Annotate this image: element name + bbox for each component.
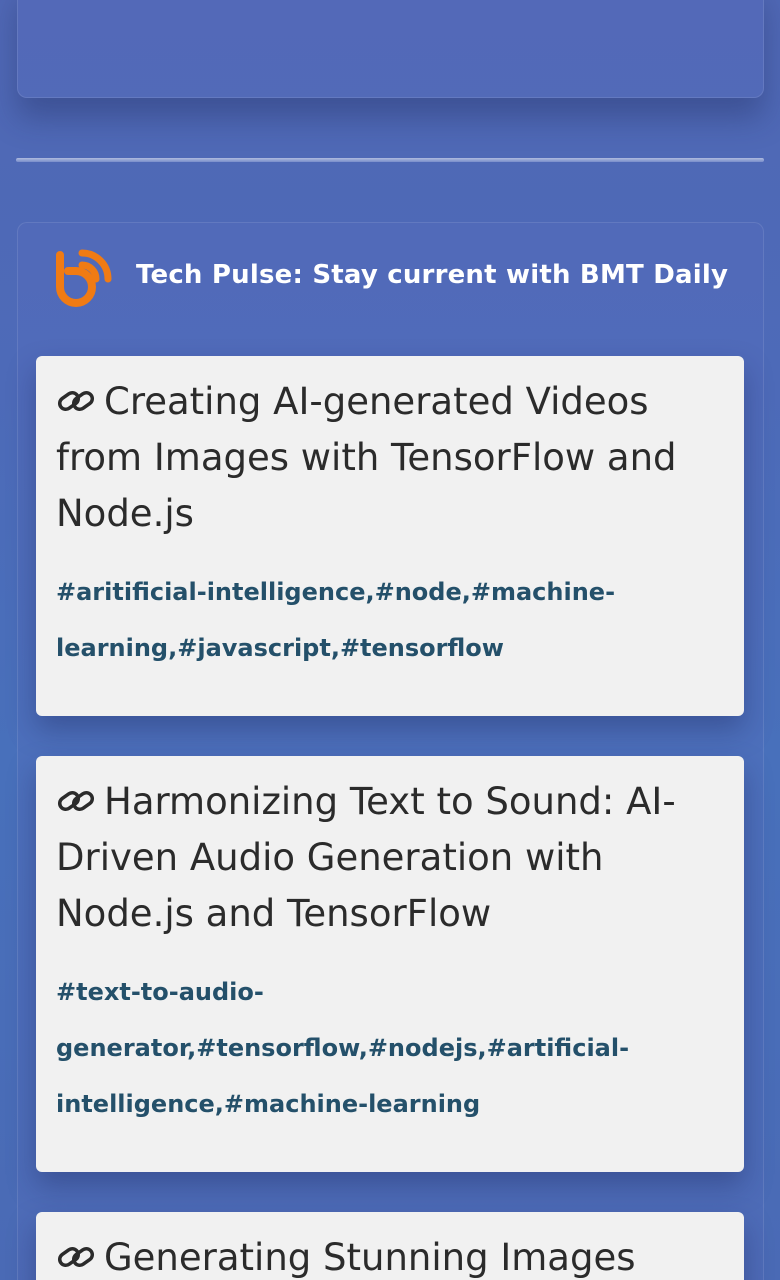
previous-section-card (17, 0, 764, 98)
article-title-text: Harmonizing Text to Sound: AI-Driven Aud… (56, 780, 676, 935)
article-title-text: Generating Stunning Images (104, 1236, 636, 1279)
feed-title: Tech Pulse: Stay current with BMT Daily (136, 260, 729, 290)
article-tags: #aritificial-intelligence,#node,#machine… (56, 578, 616, 662)
article-title[interactable]: Generating Stunning Images (56, 1230, 724, 1280)
article-title-text: Creating AI-generated Videos from Images… (56, 380, 677, 535)
section-divider (16, 158, 764, 162)
link-icon (57, 1246, 95, 1268)
article-title[interactable]: Harmonizing Text to Sound: AI-Driven Aud… (56, 774, 724, 942)
feed-header: Tech Pulse: Stay current with BMT Daily (50, 240, 750, 310)
article-card[interactable]: Generating Stunning Images (36, 1212, 744, 1280)
article-title[interactable]: Creating AI-generated Videos from Images… (56, 374, 724, 542)
link-icon (57, 790, 95, 812)
bmt-rss-logo-icon[interactable] (50, 241, 118, 309)
article-card[interactable]: Harmonizing Text to Sound: AI-Driven Aud… (36, 756, 744, 1172)
article-card[interactable]: Creating AI-generated Videos from Images… (36, 356, 744, 716)
link-icon (57, 390, 95, 412)
article-tags: #text-to-audio-generator,#tensorflow,#no… (56, 978, 630, 1118)
